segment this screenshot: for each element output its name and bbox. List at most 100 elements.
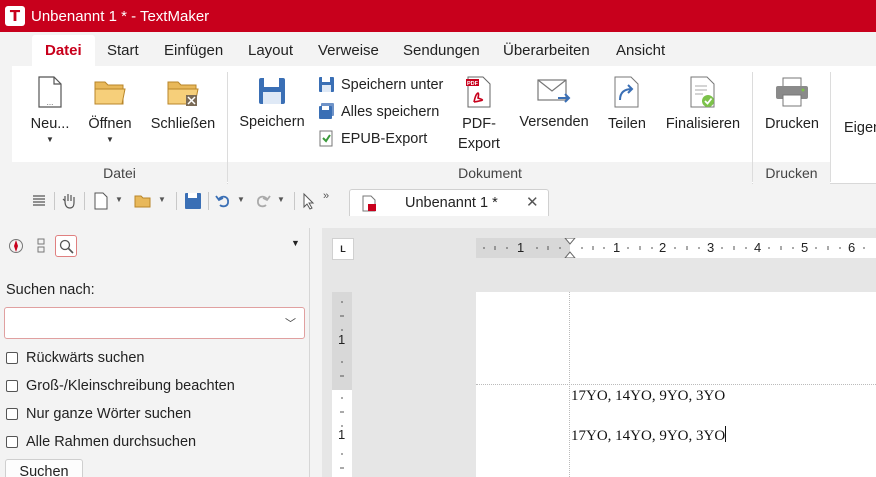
toolbar-divider bbox=[294, 192, 295, 210]
save-all-button[interactable]: Alles speichern bbox=[318, 103, 439, 120]
tab-datei[interactable]: Datei bbox=[32, 35, 95, 66]
group-label-drucken: Drucken bbox=[753, 162, 830, 184]
checkbox-label: Nur ganze Wörter suchen bbox=[26, 406, 192, 422]
paragraph[interactable]: 17YO, 14YO, 9YO, 3YO bbox=[571, 388, 725, 405]
text-cursor bbox=[725, 426, 727, 442]
redo-icon[interactable] bbox=[254, 192, 272, 210]
tab-sendungen[interactable]: Sendungen bbox=[390, 35, 493, 66]
checkbox-label: Groß-/Kleinschreibung beachten bbox=[26, 378, 235, 394]
checkbox-whole-words[interactable]: Nur ganze Wörter suchen bbox=[6, 406, 191, 422]
floppy-disk-icon[interactable] bbox=[184, 192, 202, 210]
quick-access-toolbar: ▼ ▼ ▼ ▼ » Unbenannt 1 * ✕ bbox=[12, 186, 876, 216]
chevron-down-icon[interactable]: ▼ bbox=[115, 195, 123, 204]
print-button[interactable]: Drucken bbox=[760, 76, 824, 134]
epub-export-label: EPUB-Export bbox=[341, 130, 428, 147]
tab-ansicht[interactable]: Ansicht bbox=[603, 35, 678, 66]
document-page[interactable]: 17YO, 14YO, 9YO, 3YO 17YO, 14YO, 9YO, 3Y… bbox=[476, 292, 876, 477]
tab-start[interactable]: Start bbox=[94, 35, 152, 66]
save-as-icon bbox=[319, 77, 334, 92]
horizontal-ruler[interactable]: 1 1 2 3 4 5 6 bbox=[476, 238, 876, 258]
chevron-down-icon[interactable]: ▼ bbox=[237, 195, 245, 204]
chevron-down-icon[interactable]: ▼ bbox=[277, 195, 285, 204]
save-button[interactable]: Speichern bbox=[234, 76, 310, 132]
ruler-number: 1 bbox=[338, 332, 346, 347]
ruler-ticks bbox=[340, 301, 344, 469]
save-as-button[interactable]: Speichern unter bbox=[318, 76, 443, 93]
finalize-label: Finalisieren bbox=[665, 116, 741, 132]
finalize-button[interactable]: Finalisieren bbox=[662, 76, 744, 134]
properties-label: Eigen bbox=[844, 120, 876, 136]
ruler-number: 3 bbox=[707, 240, 715, 255]
overflow-chevron-icon[interactable]: » bbox=[323, 190, 329, 202]
folder-open-icon[interactable] bbox=[134, 192, 152, 210]
document-tab-label: Unbenannt 1 * bbox=[405, 195, 498, 211]
document-icon bbox=[362, 195, 376, 212]
new-document-icon[interactable] bbox=[92, 192, 110, 210]
toolbar-divider bbox=[84, 192, 85, 210]
finalize-icon bbox=[690, 76, 715, 108]
epub-icon bbox=[319, 130, 333, 147]
search-label: Suchen nach: bbox=[6, 282, 95, 298]
open-button[interactable]: Öffnen ▼ bbox=[84, 76, 136, 146]
folder-close-icon bbox=[167, 81, 199, 106]
ruler-number: 1 bbox=[517, 240, 525, 255]
floppy-disk-icon bbox=[259, 78, 285, 104]
printer-icon bbox=[776, 77, 808, 107]
checkbox-box[interactable] bbox=[6, 436, 18, 448]
save-as-label: Speichern unter bbox=[341, 76, 444, 93]
open-label: Öffnen bbox=[88, 116, 132, 132]
tab-ueberarbeiten[interactable]: Überarbeiten bbox=[490, 35, 603, 66]
group-label-dokument: Dokument bbox=[228, 162, 752, 184]
close-button[interactable]: Schließen bbox=[148, 76, 218, 134]
group-label-datei: Datei bbox=[12, 162, 227, 184]
paragraph[interactable]: 17YO, 14YO, 9YO, 3YO bbox=[571, 426, 727, 445]
new-label: Neu... bbox=[30, 116, 70, 132]
pointer-icon[interactable] bbox=[300, 192, 318, 210]
tab-einfuegen[interactable]: Einfügen bbox=[151, 35, 236, 66]
navigator-icon[interactable] bbox=[5, 235, 27, 257]
properties-button[interactable]: Eigen bbox=[844, 118, 876, 138]
menu-lines-icon[interactable] bbox=[30, 192, 48, 210]
undo-icon[interactable] bbox=[214, 192, 232, 210]
tab-layout[interactable]: Layout bbox=[235, 35, 306, 66]
checkbox-label: Alle Rahmen durchsuchen bbox=[26, 434, 197, 450]
hand-icon[interactable] bbox=[60, 192, 78, 210]
search-icon[interactable] bbox=[55, 235, 77, 257]
checkbox-backwards[interactable]: Rückwärts suchen bbox=[6, 350, 144, 366]
tab-stop-selector[interactable]: L bbox=[332, 238, 354, 260]
outline-icon[interactable] bbox=[30, 235, 52, 257]
checkbox-box[interactable] bbox=[6, 352, 18, 364]
pdf-export-button[interactable]: PDF PDF- Export bbox=[452, 76, 506, 154]
chevron-down-icon[interactable]: ▼ bbox=[158, 195, 166, 204]
close-icon[interactable]: ✕ bbox=[526, 193, 539, 211]
chevron-down-icon[interactable]: ▼ bbox=[84, 134, 136, 146]
close-label: Schließen bbox=[150, 116, 216, 132]
send-label: Versenden bbox=[519, 114, 589, 130]
search-input[interactable]: ﹀ bbox=[4, 307, 305, 339]
ruler-number: 4 bbox=[754, 240, 762, 255]
chevron-down-icon[interactable]: ▼ bbox=[26, 134, 74, 146]
share-button[interactable]: Teilen bbox=[602, 76, 652, 134]
checkbox-box[interactable] bbox=[6, 380, 18, 392]
folder-open-icon bbox=[94, 81, 126, 105]
new-button[interactable]: ... Neu... ▼ bbox=[26, 76, 74, 146]
document-area: L 1 1 2 3 4 5 6 1 1 17YO, 14YO, 9YO, 3YO… bbox=[322, 228, 876, 477]
ruler-ticks bbox=[483, 238, 865, 258]
group-divider bbox=[830, 72, 831, 182]
chevron-down-icon[interactable]: ﹀ bbox=[285, 315, 296, 331]
vertical-ruler[interactable]: 1 1 bbox=[332, 292, 352, 477]
send-button[interactable]: Versenden bbox=[516, 76, 592, 132]
epub-export-button[interactable]: EPUB-Export bbox=[318, 130, 427, 147]
search-button[interactable]: Suchen bbox=[5, 459, 83, 477]
checkbox-box[interactable] bbox=[6, 408, 18, 420]
ruler-number: 2 bbox=[659, 240, 667, 255]
window-title: Unbenannt 1 * - TextMaker bbox=[31, 7, 210, 25]
panel-menu-chevron-icon[interactable]: ▼ bbox=[291, 238, 300, 248]
menu-bar: Datei Start Einfügen Layout Verweise Sen… bbox=[0, 32, 876, 66]
tab-verweise[interactable]: Verweise bbox=[305, 35, 392, 66]
paragraph-text: 17YO, 14YO, 9YO, 3YO bbox=[571, 428, 726, 444]
document-tab[interactable]: Unbenannt 1 * ✕ bbox=[349, 189, 549, 216]
share-icon bbox=[614, 76, 639, 108]
checkbox-all-frames[interactable]: Alle Rahmen durchsuchen bbox=[6, 434, 196, 450]
checkbox-case-sensitive[interactable]: Groß-/Kleinschreibung beachten bbox=[6, 378, 235, 394]
